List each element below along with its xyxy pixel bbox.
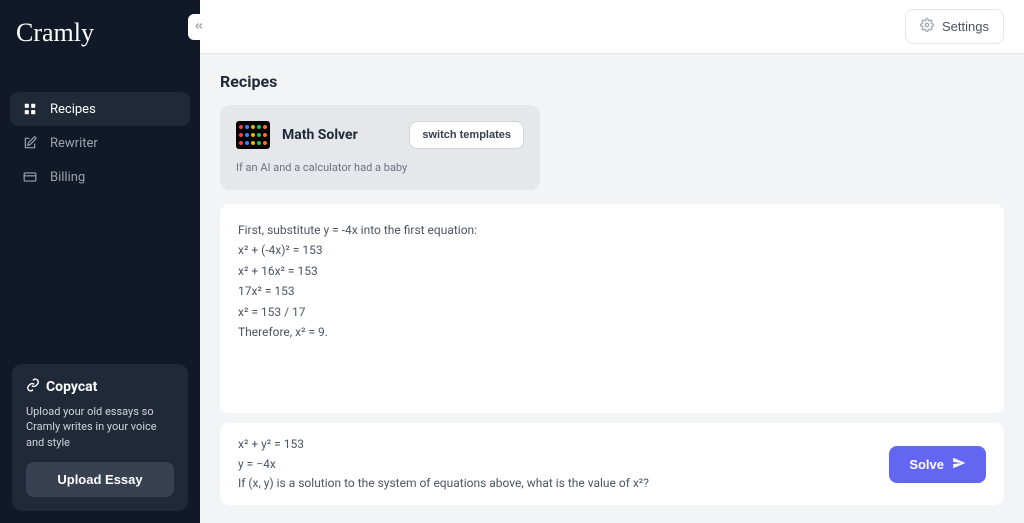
output-line: 17x² = 153 xyxy=(238,281,986,301)
output-card: First, substitute y = -4x into the first… xyxy=(220,204,1004,413)
sidebar-footer: Copycat Upload your old essays so Cramly… xyxy=(0,352,200,523)
page-title: Recipes xyxy=(220,72,1004,91)
sidebar-nav: Recipes Rewriter Billing xyxy=(0,60,200,194)
brand-logo: Cramly xyxy=(0,0,200,60)
recipe-name: Math Solver xyxy=(282,127,358,143)
sidebar-item-rewriter[interactable]: Rewriter xyxy=(10,126,190,160)
output-line: x² + (-4x)² = 153 xyxy=(238,240,986,260)
solve-button[interactable]: Solve xyxy=(889,446,986,483)
upload-essay-button[interactable]: Upload Essay xyxy=(26,462,174,497)
solve-label: Solve xyxy=(909,457,944,472)
switch-templates-button[interactable]: switch templates xyxy=(409,121,524,149)
sidebar: Cramly Recipes Rewriter xyxy=(0,0,200,523)
chevron-left-icon xyxy=(194,20,204,35)
promo-title-row: Copycat xyxy=(26,378,174,396)
collapse-sidebar-button[interactable] xyxy=(188,14,210,40)
input-text[interactable]: x² + y² = 153 y = −4x If (x, y) is a sol… xyxy=(238,435,649,493)
recipe-left: Math Solver xyxy=(236,121,358,149)
grid-icon xyxy=(22,101,38,117)
sidebar-item-label: Recipes xyxy=(50,102,96,117)
promo-title: Copycat xyxy=(46,379,97,395)
recipe-header: Math Solver switch templates If an AI an… xyxy=(220,105,540,190)
link-icon xyxy=(26,378,40,396)
credit-card-icon xyxy=(22,169,38,185)
settings-label: Settings xyxy=(942,19,989,34)
input-line: If (x, y) is a solution to the system of… xyxy=(238,474,649,493)
promo-card: Copycat Upload your old essays so Cramly… xyxy=(12,364,188,511)
input-line: x² + y² = 153 xyxy=(238,435,649,454)
output-line: Therefore, x² = 9. xyxy=(238,322,986,342)
sidebar-item-recipes[interactable]: Recipes xyxy=(10,92,190,126)
gear-icon xyxy=(920,18,934,35)
input-row: x² + y² = 153 y = −4x If (x, y) is a sol… xyxy=(220,423,1004,505)
recipe-top: Math Solver switch templates xyxy=(236,121,524,149)
output-line: First, substitute y = -4x into the first… xyxy=(238,220,986,240)
promo-desc: Upload your old essays so Cramly writes … xyxy=(26,404,174,450)
main: Settings Recipes Math Solver switch temp… xyxy=(200,0,1024,523)
abacus-icon xyxy=(236,121,270,149)
sidebar-item-label: Billing xyxy=(50,170,85,185)
edit-icon xyxy=(22,135,38,151)
send-icon xyxy=(952,456,966,473)
content: Recipes Math Solver switch templates If … xyxy=(200,54,1024,523)
sidebar-item-label: Rewriter xyxy=(50,136,98,151)
output-line: x² = 153 / 17 xyxy=(238,302,986,322)
output-line: x² + 16x² = 153 xyxy=(238,261,986,281)
settings-button[interactable]: Settings xyxy=(905,9,1004,44)
input-line: y = −4x xyxy=(238,455,649,474)
sidebar-item-billing[interactable]: Billing xyxy=(10,160,190,194)
recipe-tagline: If an AI and a calculator had a baby xyxy=(236,161,524,174)
topbar: Settings xyxy=(200,0,1024,54)
